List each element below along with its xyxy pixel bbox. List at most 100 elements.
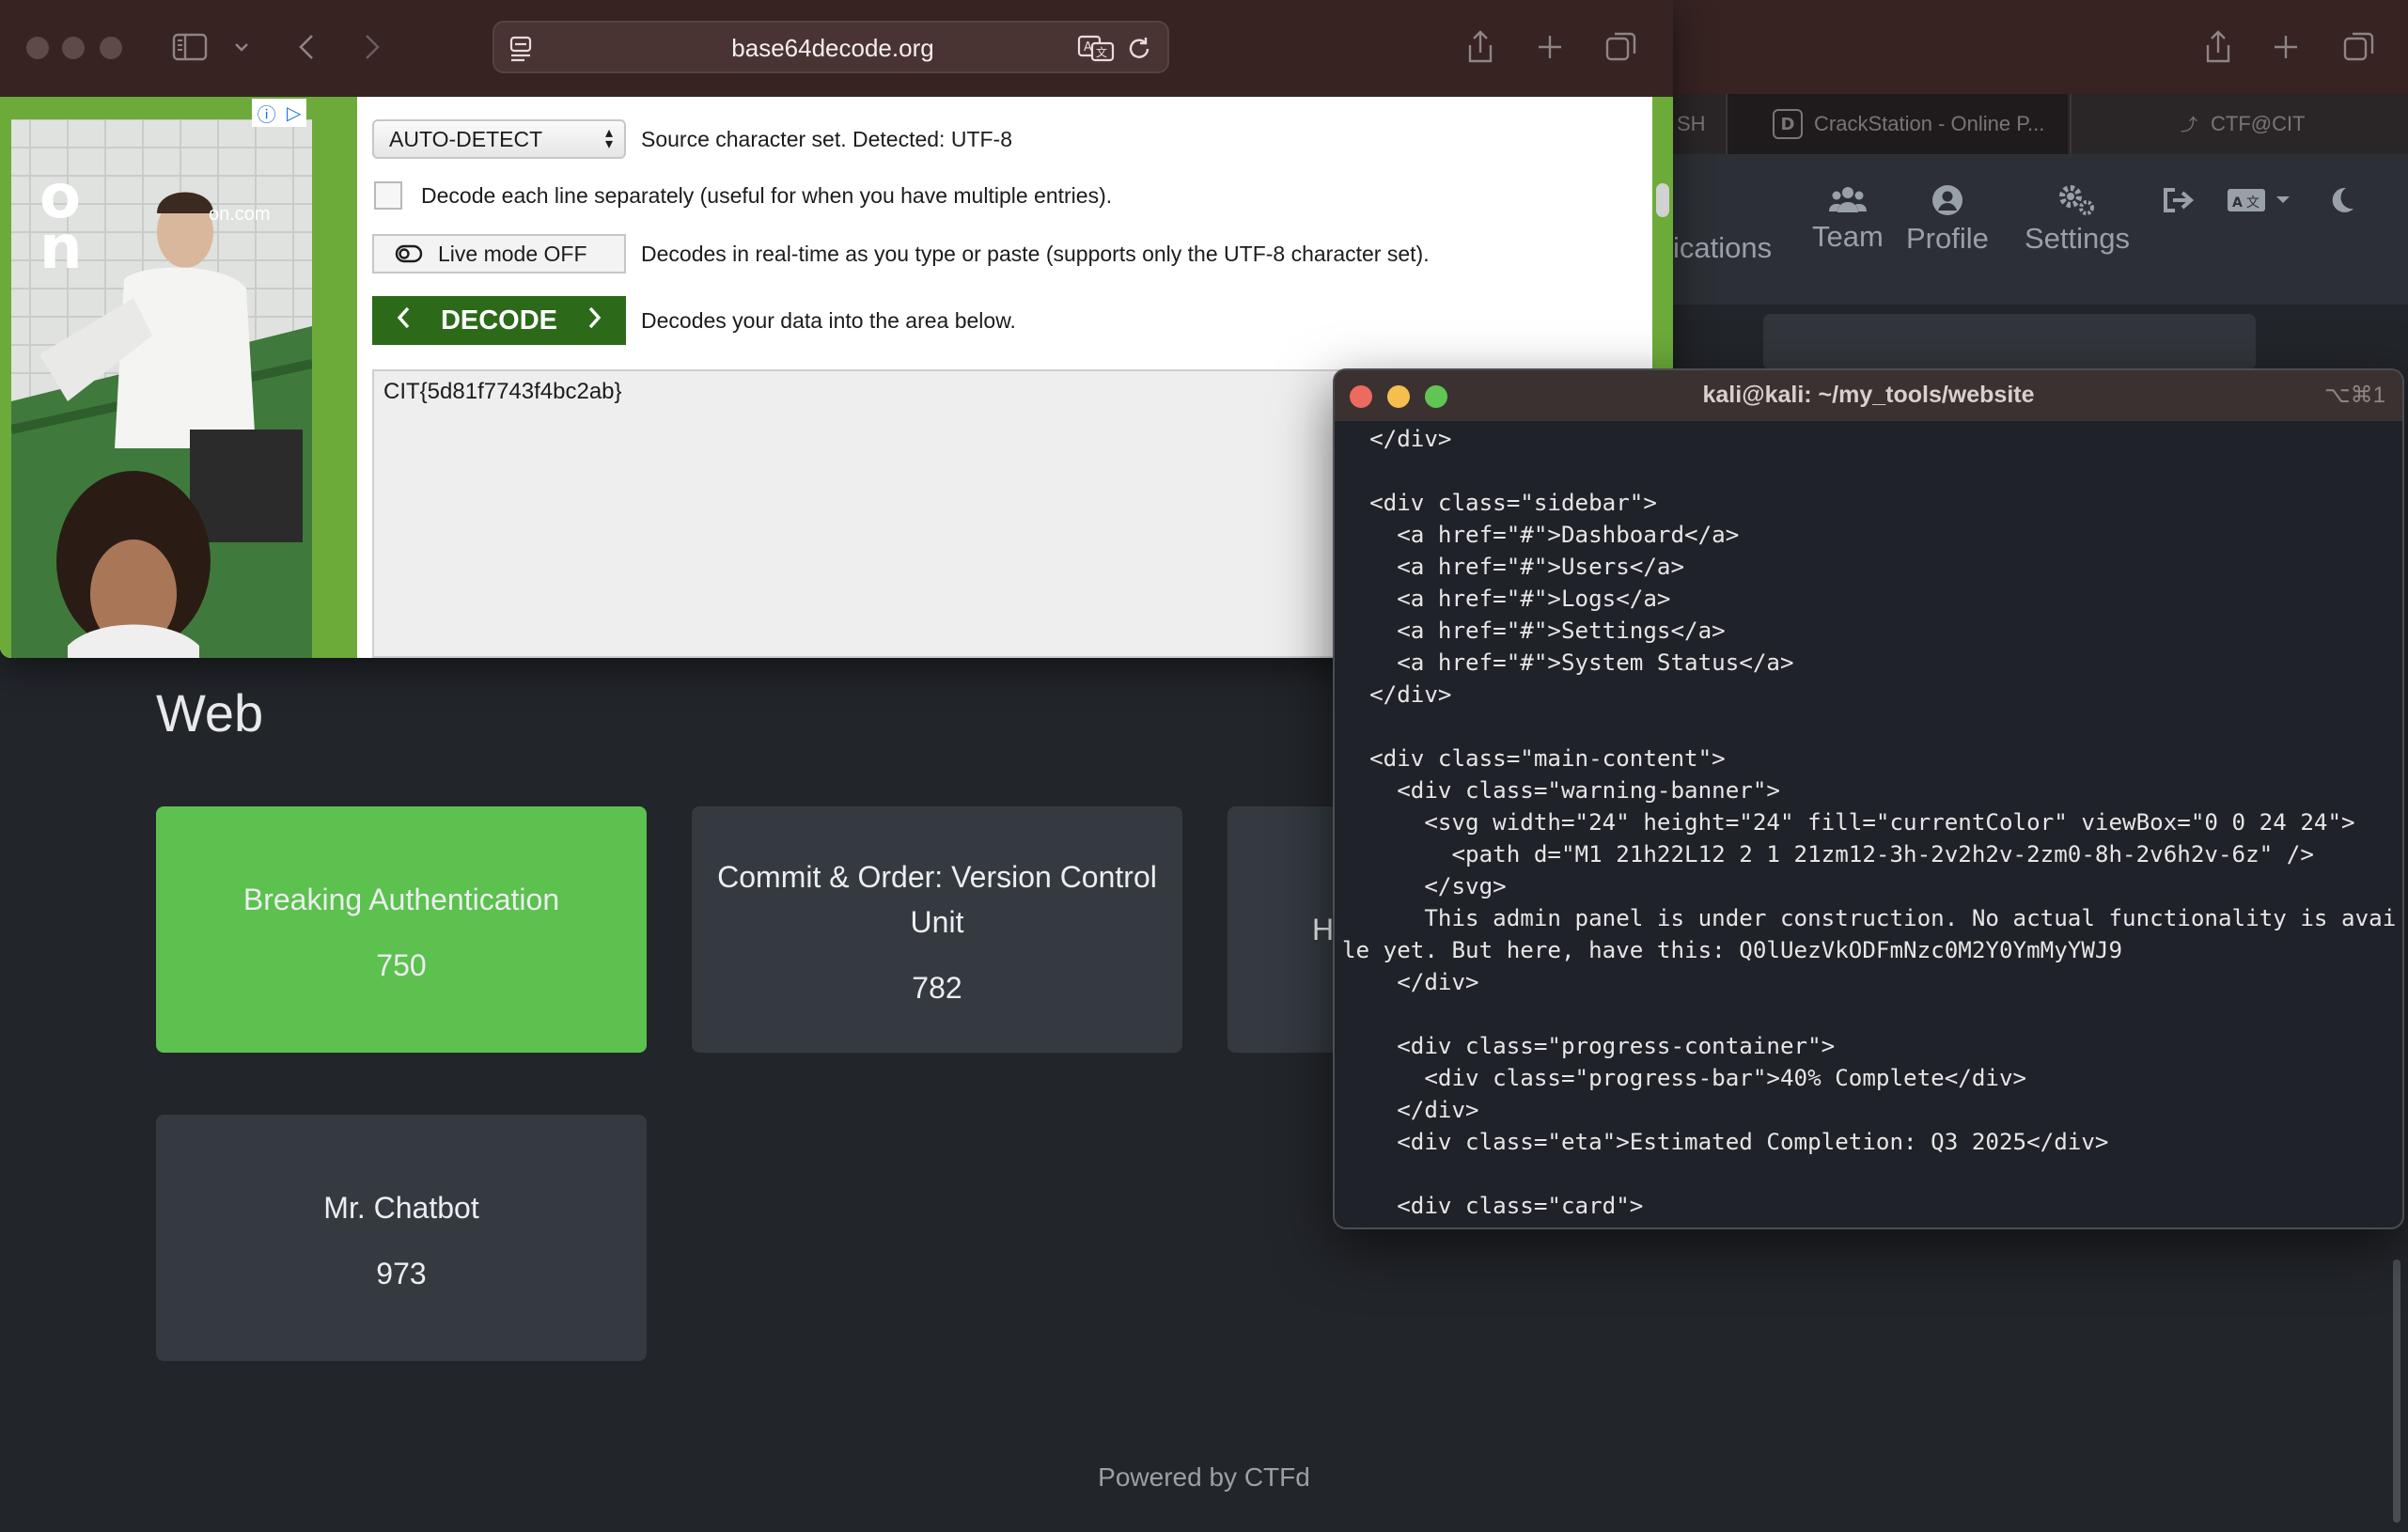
challenge-card-commit-order[interactable]: Commit & Order: Version Control Unit 782 (692, 806, 1182, 1053)
decoded-output-text: CIT{5d81f7743f4bc2ab} (383, 379, 622, 404)
svg-text:文: 文 (1096, 45, 1107, 59)
share-icon[interactable] (2192, 21, 2244, 73)
on-logo: on (39, 163, 83, 283)
footer-powered-by[interactable]: Powered by CTFd (0, 1462, 2408, 1493)
close-window-button[interactable] (26, 37, 49, 59)
challenge-name: Commit & Order: Version Control Unit (717, 859, 1157, 939)
share-icon[interactable] (1457, 23, 1504, 71)
challenge-card-mr-chatbot[interactable]: Mr. Chatbot 973 (156, 1115, 647, 1361)
line-description: Decode each line separately (useful for … (421, 182, 1113, 208)
select-arrows-icon: ▴ ▾ (604, 125, 613, 152)
live-mode-label: Live mode OFF (438, 241, 587, 266)
terminal-line: <a href="#">System Status</a> (1342, 649, 1794, 676)
nav-profile[interactable]: Profile (1906, 184, 1989, 256)
page-scrollbar[interactable] (1656, 183, 1669, 217)
sidebar-toggle-icon[interactable] (169, 23, 211, 71)
nav-label: Team (1812, 220, 1884, 253)
charset-description: Source character set. Detected: UTF-8 (641, 126, 1012, 151)
terminal-line: </div> (1342, 426, 1452, 452)
terminal-line: <path d="M1 21h22L12 2 1 21zm12-3h-2v2h2… (1342, 841, 2314, 868)
live-mode-toggle[interactable]: Live mode OFF (372, 234, 626, 274)
ad-domain: on.com (209, 204, 271, 225)
crackstation-favicon-icon: D (1773, 109, 1803, 139)
logout-icon[interactable] (2162, 186, 2196, 218)
adchoices-arrow-icon: ▷ (286, 102, 302, 124)
decode-description: Decodes your data into the area below. (641, 307, 1016, 333)
tab-overview-icon[interactable] (1598, 23, 1645, 71)
challenge-points: 750 (376, 947, 427, 982)
terminal-line: <div class="main-content"> (1342, 745, 1726, 772)
svg-text:A: A (1084, 40, 1092, 55)
nav-label: Settings (2025, 222, 2131, 255)
live-mode-description: Decodes in real-time as you type or past… (641, 241, 1430, 266)
reload-icon[interactable] (1126, 36, 1152, 66)
terminal-titlebar[interactable]: kali@kali: ~/my_tools/website ⌥⌘1 (1335, 370, 2402, 421)
tab-ctf-cit[interactable]: ⤴ CTF@CIT (2070, 94, 2408, 154)
terminal-line: <div class="sidebar"> (1342, 490, 1657, 516)
terminal-line: This admin panel is under construction. … (1342, 905, 2395, 931)
terminal-title: kali@kali: ~/my_tools/website (1702, 382, 2035, 408)
decode-button[interactable]: DECODE (372, 296, 626, 345)
tab-label: SH (1677, 112, 1706, 135)
challenge-card-partial-h[interactable]: H (1227, 806, 1340, 1053)
ad-image: on on.com (11, 119, 312, 658)
page-scrollbar[interactable] (2393, 1259, 2400, 1523)
info-icon: ⓘ (257, 102, 276, 126)
terminal-line: <div class="progress-container"> (1342, 1033, 1836, 1059)
new-tab-icon[interactable] (1526, 23, 1573, 71)
minimize-window-button[interactable] (62, 37, 85, 59)
advertisement[interactable]: on on.com ⓘ ▷ (0, 97, 357, 658)
challenge-name: H (1312, 913, 1335, 946)
ctf-favicon-icon: ⤴ (2181, 116, 2197, 134)
terminal-line: <div class="eta">Estimated Completion: Q… (1342, 1129, 2109, 1155)
back-icon[interactable] (289, 23, 323, 71)
challenge-card-partial (1763, 314, 2256, 370)
terminal-line: </div> (1342, 969, 1479, 995)
url-text: base64decode.org (731, 34, 934, 62)
decode-row: DECODE Decodes your data into the area b… (372, 296, 1016, 345)
category-heading: Web (156, 683, 264, 743)
toggle-off-icon (395, 244, 423, 263)
nav-team[interactable]: Team (1812, 184, 1884, 254)
decode-lines-checkbox[interactable] (374, 181, 402, 210)
nav-settings[interactable]: Settings (2025, 184, 2130, 256)
challenge-name: Mr. Chatbot (323, 1190, 479, 1225)
nav-notifications[interactable]: ications (1673, 231, 1772, 265)
chevron-down-icon[interactable] (229, 23, 254, 71)
challenge-card-breaking-authentication[interactable]: Breaking Authentication 750 (156, 806, 647, 1053)
new-tab-icon[interactable] (2259, 21, 2312, 73)
charset-value: AUTO-DETECT (389, 126, 543, 151)
ad-choices-icon[interactable]: ⓘ ▷ (252, 99, 306, 127)
terminal-line: <a href="#">Settings</a> (1342, 617, 1726, 644)
terminal-line: <div class="card"> (1342, 1193, 1644, 1219)
cogs-icon (2059, 185, 2094, 215)
language-icon[interactable]: A文 (2228, 186, 2295, 218)
user-circle-icon (1931, 185, 1962, 215)
tab-overview-icon[interactable] (2333, 21, 2385, 73)
tab-label: CrackStation - Online P... (1814, 112, 2045, 135)
team-icon (1828, 187, 1867, 212)
zoom-window-button[interactable] (100, 37, 122, 59)
challenge-points: 782 (912, 970, 962, 1005)
chevron-left-icon (397, 305, 410, 336)
challenge-points: 973 (376, 1256, 427, 1290)
terminal-line: le yet. But here, have this: Q0lUezVkODF… (1342, 937, 2123, 963)
address-bar[interactable]: base64decode.org A文 (493, 21, 1169, 73)
terminal-output[interactable]: </div> <div class="sidebar"> <a href="#"… (1342, 423, 2395, 1227)
terminal-window[interactable]: kali@kali: ~/my_tools/website ⌥⌘1 </div>… (1333, 368, 2404, 1229)
chevron-right-icon (588, 305, 602, 336)
challenge-name: Breaking Authentication (242, 882, 560, 916)
decode-label: DECODE (440, 305, 558, 336)
dark-mode-icon[interactable] (2327, 186, 2355, 218)
tab-crackstation[interactable]: D CrackStation - Online P... (1726, 94, 2068, 154)
terminal-line: </div> (1342, 681, 1452, 708)
terminal-line: <div class="warning-banner"> (1342, 777, 1780, 804)
forward-icon[interactable] (355, 23, 389, 71)
terminal-line: <svg width="24" height="24" fill="curren… (1342, 809, 2355, 836)
translate-icon[interactable]: A文 (1077, 34, 1115, 66)
charset-select[interactable]: AUTO-DETECT ▴ ▾ (372, 119, 626, 159)
charset-row: AUTO-DETECT ▴ ▾ Source character set. Det… (372, 119, 1012, 159)
